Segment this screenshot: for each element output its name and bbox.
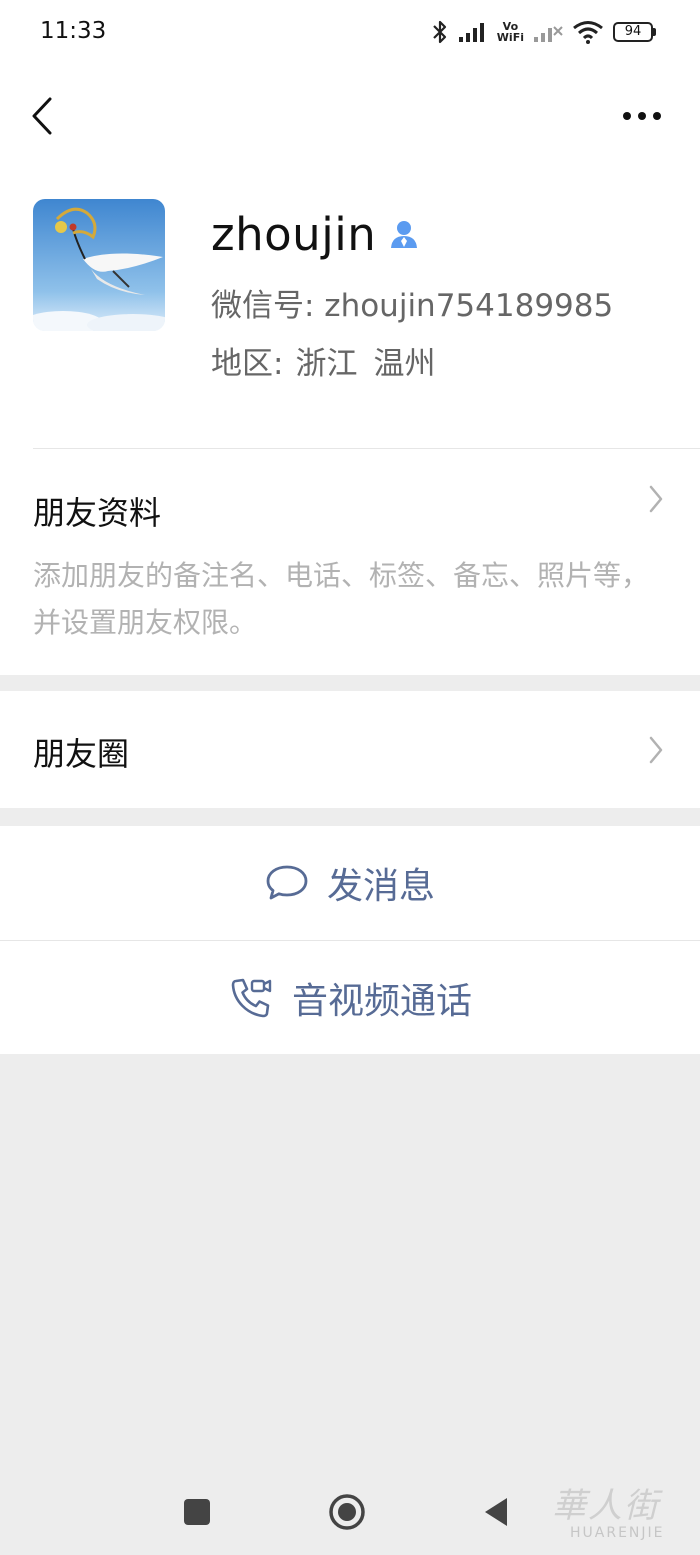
watermark-glyphs: 華人街 <box>552 1486 660 1526</box>
region-province: 浙江 <box>295 346 358 382</box>
region: 地区: 浙江 温州 <box>211 338 435 383</box>
send-message-button[interactable]: 发消息 <box>0 826 700 940</box>
system-back-button[interactable] <box>474 1490 518 1534</box>
home-button[interactable] <box>325 1490 369 1534</box>
recents-square-icon <box>184 1499 210 1525</box>
avatar-image <box>33 199 165 331</box>
back-triangle-icon <box>485 1498 507 1526</box>
av-call-label: 音视频通话 <box>291 981 472 1022</box>
wechat-id: 微信号: zhoujin754189985 <box>211 288 614 324</box>
signal-off-icon <box>534 26 563 42</box>
divider <box>33 448 700 449</box>
chevron-right-icon <box>649 736 663 764</box>
chevron-left-icon <box>32 97 52 135</box>
back-button[interactable] <box>22 92 62 140</box>
bluetooth-icon <box>433 20 446 44</box>
region-city: 温州 <box>373 346 436 382</box>
volte-wifi-icon: Vo WiFi <box>497 21 524 43</box>
contact-name: zhoujin <box>211 207 377 261</box>
send-message-label: 发消息 <box>326 866 435 907</box>
recents-button[interactable] <box>175 1490 219 1534</box>
status-time: 11:33 <box>40 18 107 44</box>
signal-icon <box>458 23 484 42</box>
watermark-text: HUARENJIE <box>570 1525 665 1541</box>
name-row: zhoujin <box>211 204 420 264</box>
ellipsis-icon <box>623 112 661 120</box>
moments-row[interactable]: 朋友圈 <box>0 691 700 808</box>
action-panel: 发消息 音视频通话 <box>0 826 700 1054</box>
friend-info-description: 添加朋友的备注名、电话、标签、备忘、照片等，并设置朋友权限。 <box>33 559 650 639</box>
male-person-icon <box>391 221 418 248</box>
battery-level: 94 <box>613 22 653 42</box>
status-icons: Vo WiFi 94 <box>431 14 656 50</box>
home-circle-icon <box>329 1494 365 1530</box>
avatar[interactable] <box>33 199 165 331</box>
av-call-button[interactable]: 音视频通话 <box>0 940 700 1055</box>
more-button[interactable] <box>614 98 670 134</box>
volte-bottom-label: WiFi <box>496 31 524 44</box>
battery-icon: 94 <box>613 22 656 42</box>
profile-card: 11:33 Vo WiFi 94 zhoujin 微信号: zhoujin754… <box>0 0 700 675</box>
phone-video-icon <box>231 978 272 1018</box>
watermark: 華人街 HUARENJIE <box>552 1487 694 1547</box>
chevron-right-icon <box>649 485 663 513</box>
status-bar: 11:33 Vo WiFi 94 <box>0 0 700 64</box>
region-label: 地区: <box>211 346 284 382</box>
chat-bubble-icon <box>266 865 308 900</box>
friend-info-title: 朋友资料 <box>33 494 162 532</box>
moments-title: 朋友圈 <box>33 735 130 773</box>
wifi-icon <box>573 21 603 44</box>
